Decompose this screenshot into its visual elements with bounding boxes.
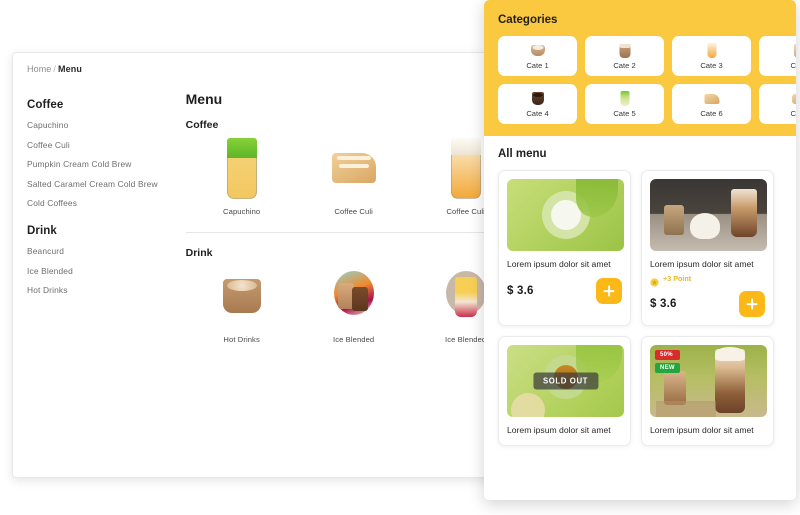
category-label: Cate 3 [700,61,723,70]
menu-thumb-item[interactable]: Capuchino [186,135,298,216]
product-price: $ 3.6 [507,285,534,298]
product-name: Lorem ipsum dolor sit amet [650,425,754,436]
menu-thumb-item[interactable]: Coffee Culi [298,135,410,216]
green-drink-icon [617,90,632,107]
product-grid: Lorem ipsum dolor sit amet $ 3.6 Lorem i… [498,170,782,446]
menu-thumb-item[interactable]: Ice Blended [298,263,410,344]
menu-content: Menu Coffee Capuchino Coffee Culi Coffee… [172,83,511,477]
sidebar-item-capuchino[interactable]: Capuchino [27,120,158,130]
sidebar-item-coffee-culi[interactable]: Coffee Culi [27,140,158,150]
category-label: Cate [790,109,796,118]
sidebar-item-cold-coffees[interactable]: Cold Coffees [27,198,158,208]
star-icon [650,274,659,288]
categories-panel: Categories Cate 1 Cate 2 Cate 3 C Cate 4… [484,0,796,136]
capuchino-image [219,135,265,201]
category-card-cate-5[interactable]: Cate 5 [585,84,664,124]
product-price-row: $ 3.6 [507,278,622,305]
product-name: Lorem ipsum dolor sit amet [507,425,611,436]
section-divider [185,232,508,233]
menu-thumb-caption: Capuchino [223,207,261,216]
product-points-label: +3 Point [663,274,692,284]
product-points-row: +3 Point [650,274,765,288]
product-badges: 50% NEW [655,350,680,374]
all-menu-title: All menu [498,148,547,160]
page-title: Menu [185,91,223,107]
category-card-cate-4[interactable]: Cate 4 [498,84,577,124]
category-card-cate-8[interactable]: Cate [759,84,796,124]
product-name: Lorem ipsum dolor sit amet [507,259,611,269]
espresso-icon [530,90,545,107]
discount-badge: 50% [655,350,680,361]
product-card[interactable]: Lorem ipsum dolor sit amet $ 3.6 [498,170,631,327]
desktop-menu-card: Home / Menu Coffee Capuchino Coffee Culi P… [12,52,512,478]
product-price: $ 3.6 [650,298,677,311]
sidebar-item-ice-blended[interactable]: Ice Blended [27,266,158,276]
hot-drinks-image [219,263,265,329]
sidebar-item-salted-caramel-cream-cold-brew[interactable]: Salted Caramel Cream Cold Brew [27,179,158,189]
sidebar-group-title-coffee: Coffee [27,99,64,111]
mobile-panel: Categories Cate 1 Cate 2 Cate 3 C Cate 4… [484,0,796,500]
sidebar-item-hot-drinks[interactable]: Hot Drinks [27,285,158,295]
category-label: Cate 2 [613,61,636,70]
category-card-cate-2[interactable]: Cate 2 [585,36,664,76]
coffee-culi-image-2 [443,135,489,201]
sold-out-overlay: SOLD OUT [532,372,599,390]
add-to-cart-button[interactable] [596,278,622,305]
category-label: Cate [790,61,796,70]
product-card[interactable]: Lorem ipsum dolor sit amet +3 Point $ 3.… [641,170,774,327]
all-menu-section: All menu Lorem ipsum dolor sit amet $ 3.… [484,136,796,446]
ice-blended-image [331,263,377,329]
product-image: SOLD OUT [507,345,624,418]
coffee-cup-icon [530,42,545,59]
coffee-thumb-row: Capuchino Coffee Culi Coffee Culi [186,135,511,216]
product-image [507,179,624,251]
category-label: Cate 4 [526,109,549,118]
category-card-cate-6[interactable]: Cate 6 [672,84,751,124]
sidebar-item-pumpkin-cream-cold-brew[interactable]: Pumpkin Cream Cold Brew [27,159,158,169]
category-card-cate-1[interactable]: Cate 1 [498,36,577,76]
drink-thumb-row: Hot Drinks Ice Blended Ice Blended [186,263,511,344]
category-label: Cate 1 [526,61,549,70]
category-label: Cate 5 [613,109,636,118]
sidebar-item-beancurd[interactable]: Beancurd [27,246,158,256]
waffle-icon [704,90,719,107]
menu-thumb-caption: Hot Drinks [223,335,260,344]
drink-icon [791,42,796,59]
product-card[interactable]: 50% NEW Lorem ipsum dolor sit amet [641,336,774,446]
section-title-drink: Drink [185,247,213,259]
ice-blended-image-2 [443,263,489,329]
menu-thumb-caption: Ice Blended [333,335,375,344]
new-badge: NEW [655,363,680,374]
category-card-cate-3[interactable]: Cate 3 [672,36,751,76]
category-card-cate-7[interactable]: Cate [759,36,796,76]
categories-grid: Cate 1 Cate 2 Cate 3 C Cate 4 Cate 5 Cat… [498,36,796,124]
coffee-culi-image [331,135,377,201]
dessert-icon [791,90,796,107]
latte-glass-icon [617,42,632,59]
menu-thumb-item[interactable]: Hot Drinks [186,263,298,344]
section-title-coffee: Coffee [185,119,219,131]
sidebar-group-title-drink: Drink [27,225,57,237]
menu-thumb-caption: Coffee Culi [334,207,373,216]
product-card[interactable]: SOLD OUT Lorem ipsum dolor sit amet [498,336,631,446]
screenshot-stage: Home / Menu Coffee Capuchino Coffee Culi P… [0,0,800,515]
add-to-cart-button[interactable] [739,291,765,318]
product-image [650,179,767,251]
sidebar: Coffee Capuchino Coffee Culi Pumpkin Cre… [13,83,172,477]
product-image: 50% NEW [650,345,767,418]
categories-title: Categories [498,14,558,26]
category-label: Cate 6 [700,109,723,118]
product-price-row: $ 3.6 [650,291,765,318]
product-name: Lorem ipsum dolor sit amet [650,259,754,269]
iced-tea-glass-icon [704,42,719,59]
